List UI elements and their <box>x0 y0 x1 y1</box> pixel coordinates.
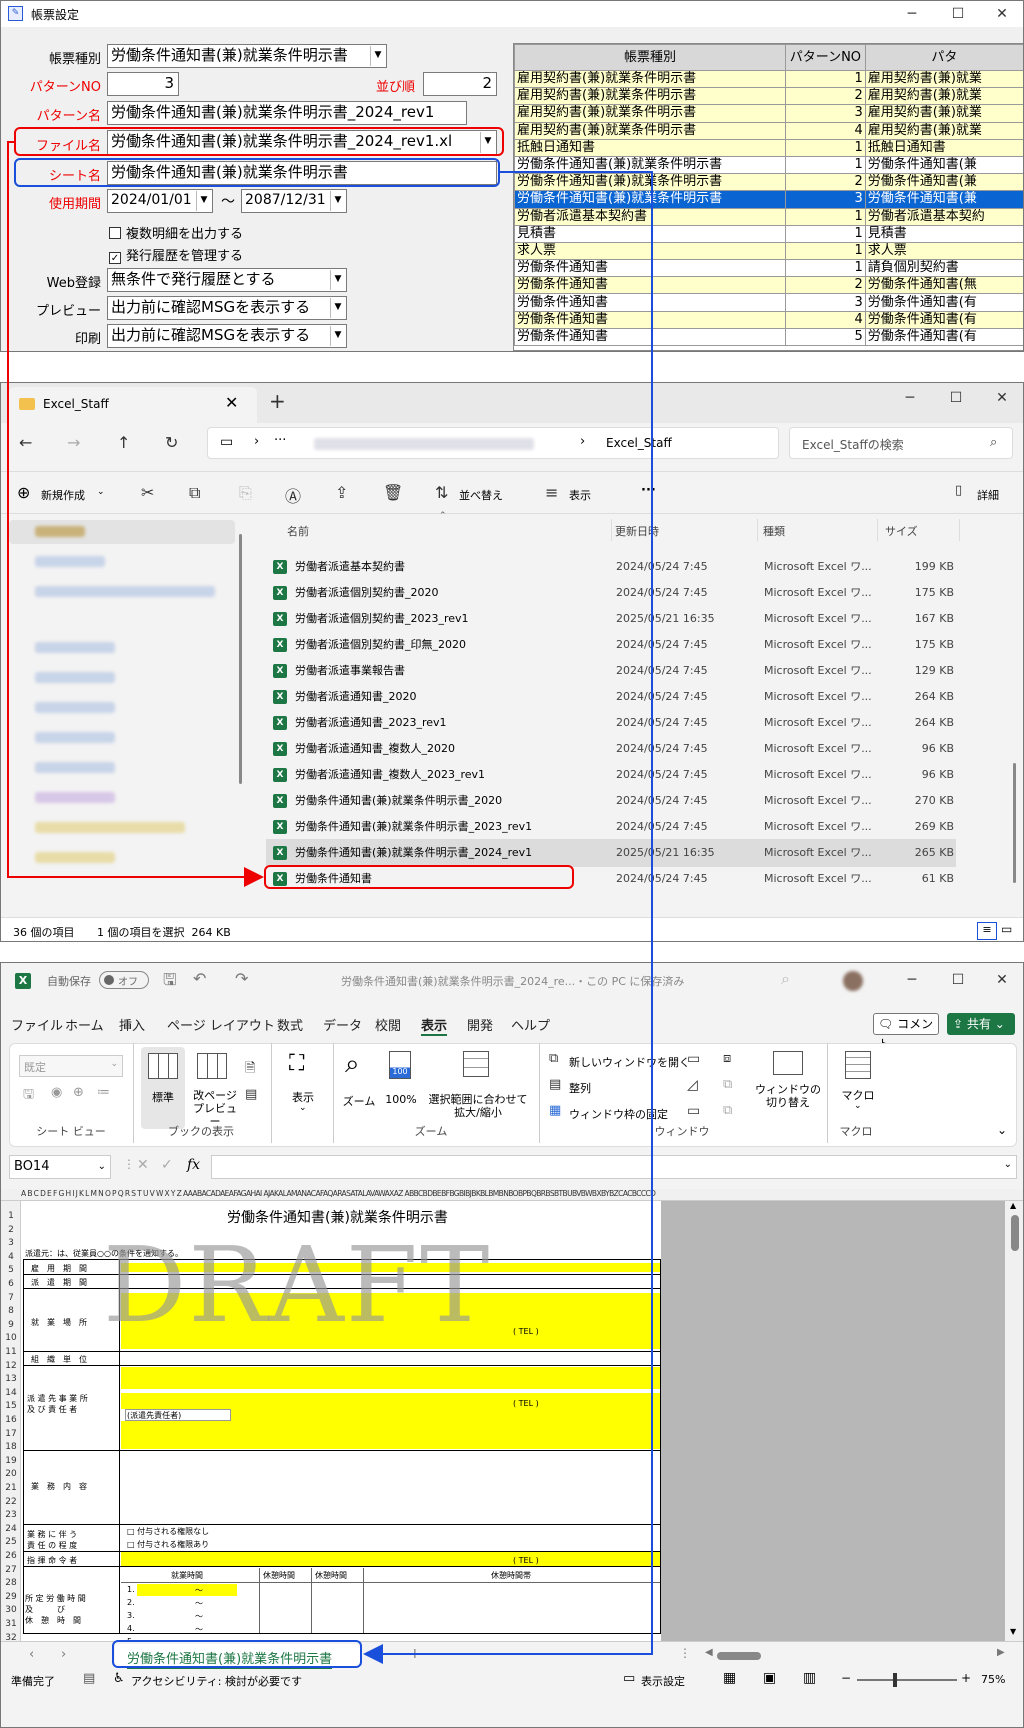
file-arrow <box>7 141 264 887</box>
callout-arrows <box>7 141 653 1664</box>
sheet-arrow <box>363 171 653 1664</box>
